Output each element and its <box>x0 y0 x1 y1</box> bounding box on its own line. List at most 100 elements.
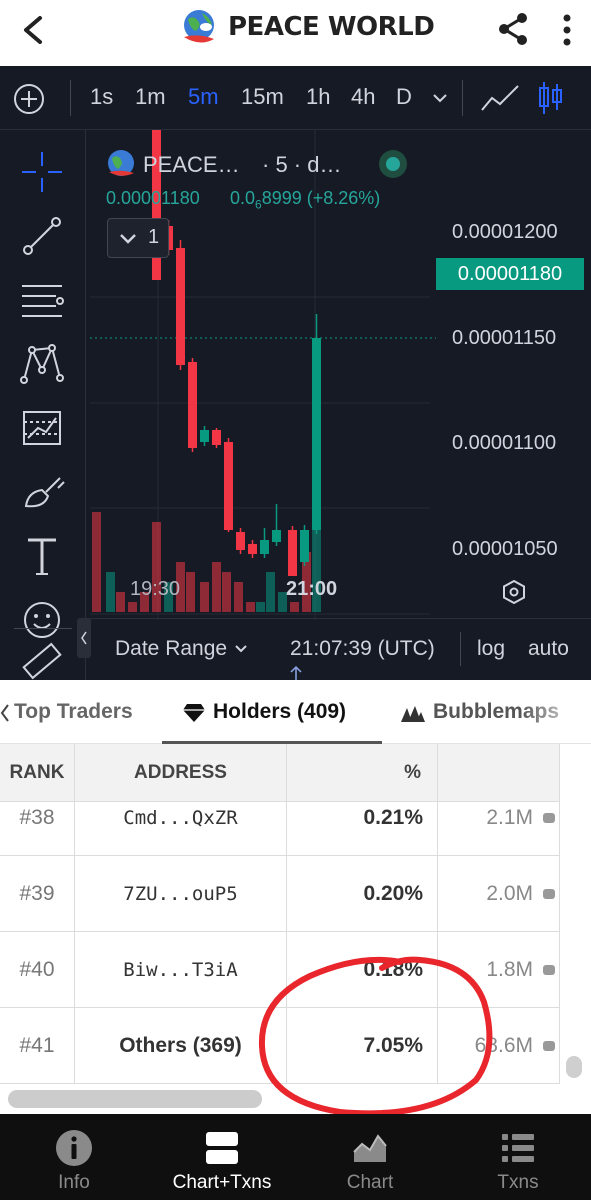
holders-table: RANK ADDRESS % #38 Cmd...QxZR 0.21% 2.1M… <box>0 744 591 1114</box>
nav-label: Info <box>58 1172 90 1193</box>
list-icon <box>502 1134 534 1162</box>
nav-label: Txns <box>497 1172 539 1193</box>
back-arrow-icon[interactable] <box>14 10 54 50</box>
tabs-fade <box>520 680 591 742</box>
table-row[interactable]: #40 Biw...T3iA 0.18% 1.8M <box>0 932 560 1008</box>
table-row-others[interactable]: #41 Others (369) 7.05% 68.6M <box>0 1008 560 1084</box>
chevron-left-icon <box>81 631 87 645</box>
amount-bar <box>543 813 555 823</box>
timeframe-15m[interactable]: 15m <box>241 84 284 110</box>
table-row[interactable]: #39 7ZU...ouP5 0.20% 2.0M <box>0 856 560 932</box>
fib-retracement-icon[interactable] <box>18 276 66 324</box>
app-screen: PEACE WORLD 1s 1m 5m 15m 1h 4h D PEACE… … <box>0 0 591 1200</box>
y-axis-label: 0.00001150 <box>452 327 557 349</box>
address-cell[interactable]: Biw...T3iA <box>75 932 287 1008</box>
bubblemaps-icon <box>401 706 425 722</box>
nav-chart[interactable]: Chart <box>296 1114 444 1200</box>
table-row[interactable]: #38 Cmd...QxZR 0.21% 2.1M <box>0 780 560 856</box>
volume-bar <box>234 582 243 612</box>
legend-interval: · 5 · d… <box>262 152 342 177</box>
amount-cell: 68.6M <box>438 1008 560 1084</box>
timeframe-5m[interactable]: 5m <box>188 84 219 110</box>
timeframe-4h[interactable]: 4h <box>351 84 375 110</box>
line-chart-icon[interactable] <box>480 82 520 114</box>
address-cell[interactable]: 7ZU...ouP5 <box>75 856 287 932</box>
volume-bar <box>92 512 101 612</box>
chart-txns-icon <box>206 1132 238 1164</box>
chart-settings-icon[interactable] <box>500 578 528 606</box>
candlestick-icon[interactable] <box>536 80 564 116</box>
candle-body <box>212 430 221 445</box>
candle-body <box>300 530 309 562</box>
candle-body <box>260 540 269 554</box>
nav-label: Chart+Txns <box>172 1172 272 1193</box>
timeframe-1h[interactable]: 1h <box>306 84 330 110</box>
ruler-icon[interactable] <box>18 634 66 680</box>
drawing-tools-panel <box>0 130 86 680</box>
x-axis-label: 21:00 <box>286 578 338 600</box>
volume-bar <box>246 602 255 612</box>
vertical-scrollbar[interactable] <box>566 1056 582 1078</box>
auto-scale-toggle[interactable]: auto <box>528 637 569 661</box>
text-tool-icon[interactable] <box>18 532 66 580</box>
tools-collapse-handle[interactable] <box>77 618 91 658</box>
y-axis-label: 0.00001050 <box>452 538 558 560</box>
volume-bar <box>266 572 275 612</box>
percent-cell: 0.18% <box>287 932 438 1008</box>
pattern-icon[interactable] <box>18 340 66 388</box>
nav-txns[interactable]: Txns <box>444 1114 591 1200</box>
trend-line-icon[interactable] <box>18 212 66 260</box>
legend-change-rest: 8999 (+8.26%) <box>261 188 381 208</box>
market-status-dot <box>379 150 407 178</box>
token-logo <box>108 150 134 176</box>
volume-bar <box>200 582 209 612</box>
chevron-down-icon[interactable] <box>430 88 450 108</box>
legend-change-subscript: 6 <box>255 197 262 212</box>
prediction-icon[interactable] <box>18 404 66 452</box>
chevron-down-icon <box>235 645 247 653</box>
volume-bar <box>106 572 115 612</box>
amount-value: 2.1M <box>486 806 533 829</box>
percent-cell: 0.20% <box>287 856 438 932</box>
y-axis-label: 0.00001100 <box>452 432 557 454</box>
address-cell[interactable]: Cmd...QxZR <box>75 780 287 856</box>
app-header: PEACE WORLD <box>0 0 591 66</box>
nav-chart-txns[interactable]: Chart+Txns <box>148 1114 296 1200</box>
x-axis-label: 19:30 <box>130 578 181 600</box>
toolbar-divider <box>70 80 71 116</box>
tab-holders[interactable]: Holders (409) <box>213 700 346 724</box>
volume-bar <box>186 572 195 612</box>
current-price-tag: 0.00001180 <box>436 258 584 290</box>
date-range-label: Date Range <box>115 637 228 660</box>
timeframe-1m[interactable]: 1m <box>135 84 166 110</box>
candle-body <box>288 530 297 576</box>
date-range-button[interactable]: Date Range <box>115 637 249 661</box>
amount-bar <box>543 889 555 899</box>
amount-value: 2.0M <box>486 882 533 905</box>
add-indicator-icon[interactable] <box>12 82 46 116</box>
share-icon[interactable] <box>494 10 532 48</box>
horizontal-scrollbar[interactable] <box>8 1090 262 1108</box>
more-vertical-icon[interactable] <box>552 10 582 50</box>
info-icon <box>56 1130 92 1166</box>
candle-body <box>200 430 209 442</box>
utc-time[interactable]: 21:07:39 (UTC) <box>290 637 435 661</box>
log-scale-toggle[interactable]: log <box>477 637 505 661</box>
brush-icon[interactable] <box>18 468 66 516</box>
legend-price: 0.00001180 <box>106 188 200 208</box>
amount-bar <box>543 965 555 975</box>
legend-collapse-button[interactable]: 1 <box>107 218 169 258</box>
candle-body <box>236 532 245 550</box>
y-axis-label: 0.00001200 <box>452 221 558 243</box>
timeframe-1s[interactable]: 1s <box>90 84 113 110</box>
timeframe-d[interactable]: D <box>396 84 412 110</box>
nav-info[interactable]: Info <box>0 1114 148 1200</box>
amount-cell: 2.0M <box>438 856 560 932</box>
crosshair-icon[interactable] <box>18 148 66 196</box>
tab-top-traders[interactable]: Top Traders <box>14 700 133 724</box>
rank-cell: #39 <box>0 856 75 932</box>
candle-body <box>176 248 185 365</box>
volume-bar <box>256 602 265 612</box>
volume-bar <box>128 602 137 612</box>
chart-panel: 1s 1m 5m 15m 1h 4h D PEACE… · 5 · d… 0.0… <box>0 66 591 680</box>
